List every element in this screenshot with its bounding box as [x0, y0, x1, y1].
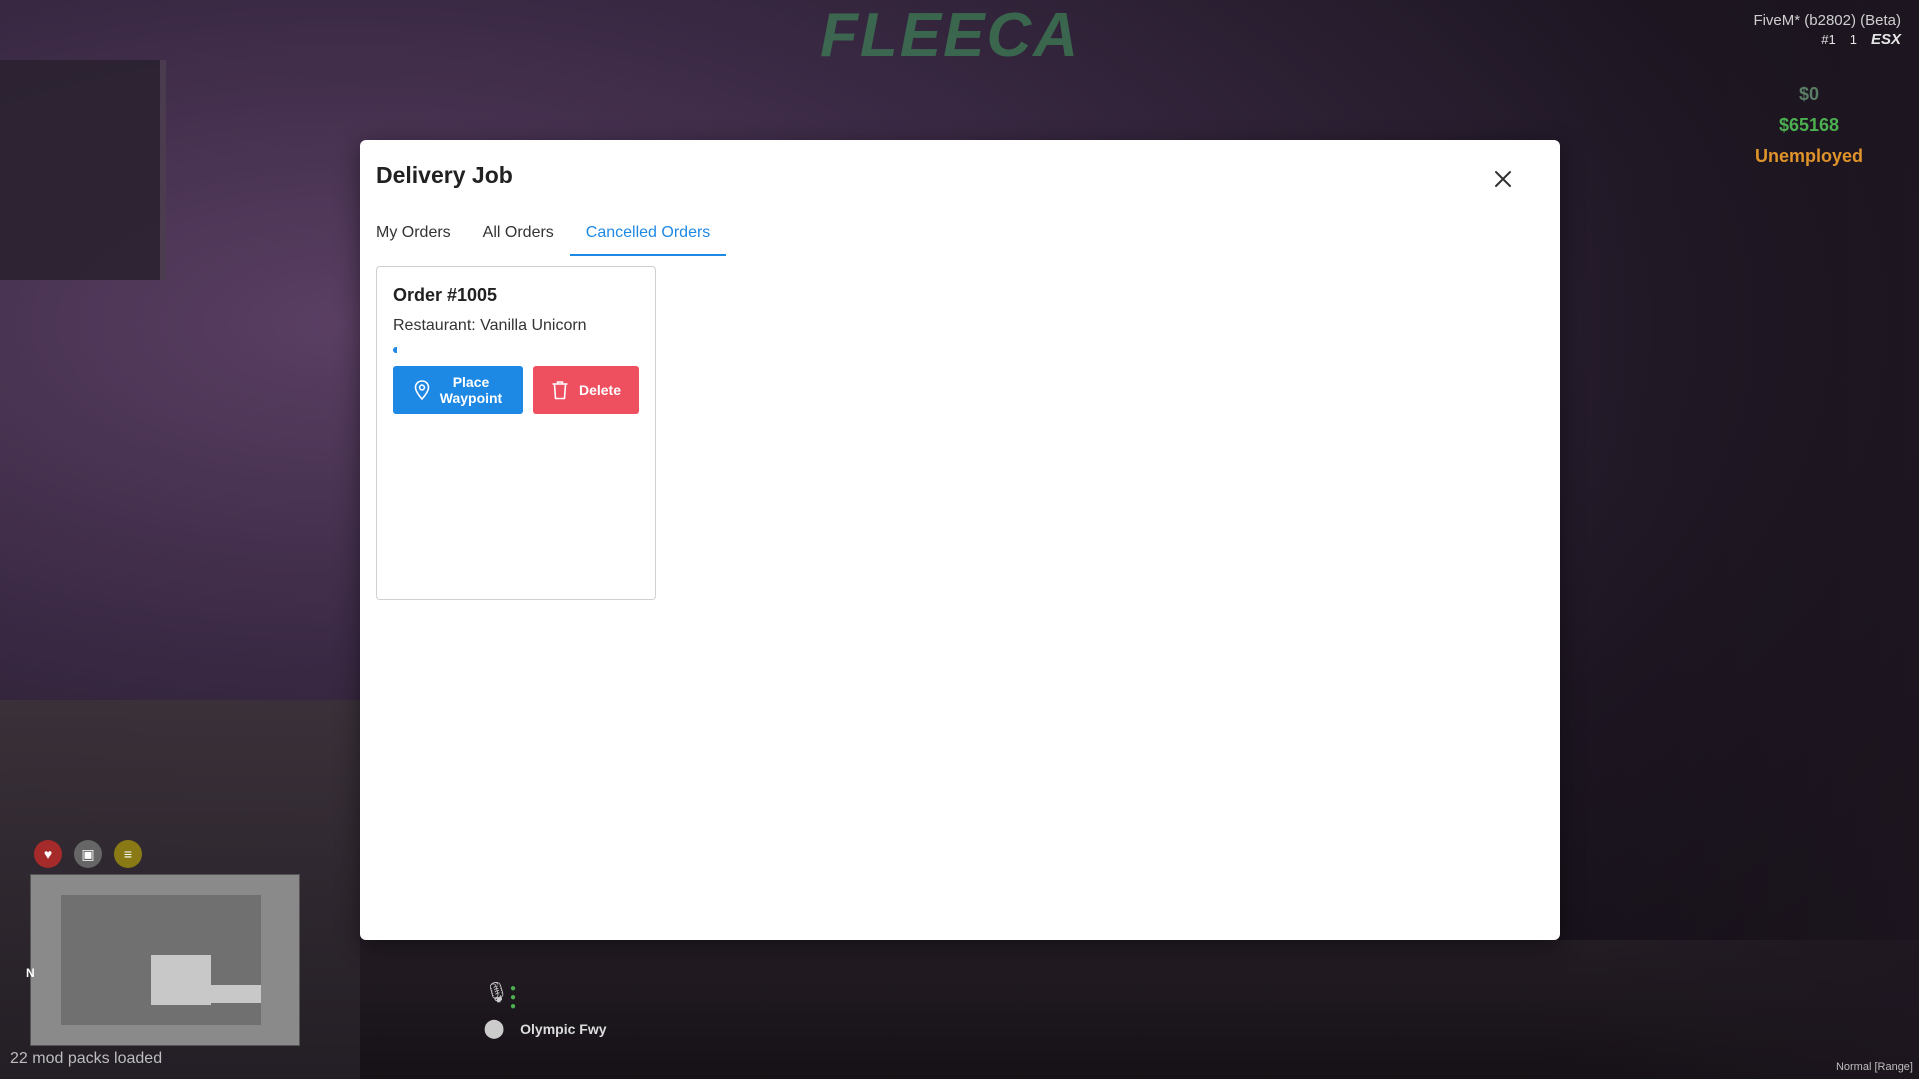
close-icon — [1495, 171, 1511, 187]
order-card: Order #1005 Restaurant: Vanilla Unicorn … — [376, 266, 656, 600]
place-waypoint-button[interactable]: Place Waypoint — [393, 366, 523, 414]
voice-range-icon: ● ● ● — [510, 983, 517, 1012]
street-location: ⬤ Olympic Fwy — [484, 1018, 607, 1039]
fleeca-sign: FLEECA — [820, 1, 1080, 70]
hunger-icon: ≡ — [114, 840, 142, 868]
map-road — [181, 985, 261, 1003]
armor-icon: ▣ — [74, 840, 102, 868]
place-waypoint-label: Place Waypoint — [440, 374, 502, 406]
cash-amount: $0 — [1798, 84, 1820, 104]
delivery-job-modal: Delivery Job My Orders All Orders Cancel… — [360, 140, 1560, 940]
player-count: 1 — [1849, 32, 1857, 47]
place-waypoint-label-line1: Place — [452, 374, 490, 390]
trash-icon — [552, 381, 568, 400]
minimap — [30, 874, 300, 1046]
player-stats: #1 1 ESX — [1753, 31, 1901, 48]
delete-label: Delete — [578, 382, 622, 398]
delete-button[interactable]: Delete — [533, 366, 639, 414]
modal-title: Delivery Job — [376, 162, 513, 188]
job-label: Unemployed — [1754, 146, 1864, 166]
framework-logo: ESX — [1870, 31, 1901, 48]
place-waypoint-label-line2: Waypoint — [439, 390, 503, 406]
order-title: Order #1005 — [393, 285, 498, 305]
location-icon: ⬤ — [484, 1018, 505, 1038]
bank-amount: $65168 — [1778, 115, 1840, 135]
mods-loaded: 22 mod packs loaded — [10, 1050, 163, 1067]
order-restaurant: Restaurant: Vanilla Unicorn — [393, 317, 587, 334]
tab-cancelled-orders[interactable]: Cancelled Orders — [569, 214, 727, 256]
health-icon: ♥ — [34, 840, 62, 868]
tab-all-orders[interactable]: All Orders — [467, 214, 570, 256]
floor — [360, 940, 1919, 1079]
order-progress-bar — [393, 347, 593, 353]
menu-board — [0, 60, 166, 280]
microphone-icon: 🎙 — [484, 982, 510, 1004]
order-progress-fill — [393, 347, 397, 353]
client-title: FiveM* (b2802) (Beta) — [1753, 12, 1901, 29]
player-id: #1 — [1821, 32, 1836, 47]
order-tabs: My Orders All Orders Cancelled Orders — [376, 214, 726, 256]
map-pin-icon — [414, 380, 430, 400]
server-info: FiveM* (b2802) (Beta) #1 1 ESX — [1753, 12, 1901, 48]
status-icons: ♥ ▣ ≡ — [34, 840, 142, 868]
tab-my-orders[interactable]: My Orders — [376, 214, 467, 256]
street-name: Olympic Fwy — [520, 1020, 607, 1037]
close-button[interactable] — [1486, 162, 1520, 196]
voice-mode: Normal [Range] — [1835, 1061, 1913, 1073]
compass-north: N — [26, 966, 35, 980]
money-panel: $0 $65168 Unemployed — [1749, 84, 1869, 177]
